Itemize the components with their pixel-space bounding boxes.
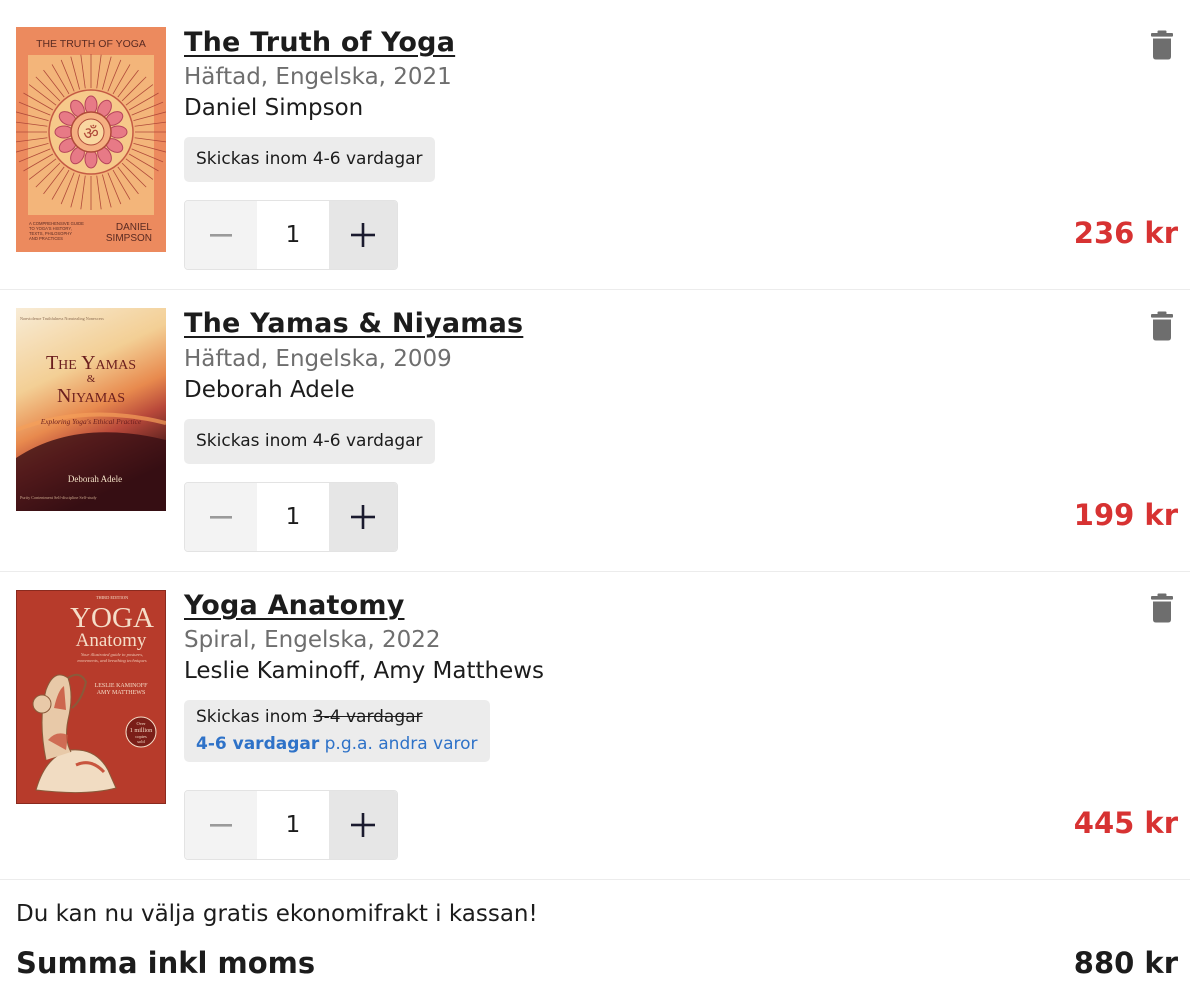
plus-icon — [351, 505, 375, 529]
item-price: 236 kr — [1073, 216, 1178, 250]
plus-icon — [351, 223, 375, 247]
decrease-quantity-button[interactable] — [185, 483, 257, 551]
book-cover-art: THIRD EDITION YOGA Anatomy Your illustra… — [16, 590, 166, 804]
shipping-badge: Skickas inom 3-4 vardagar 4-6 vardagar p… — [184, 700, 490, 762]
book-title-link[interactable]: Yoga Anatomy — [184, 590, 405, 621]
cart-item: ॐ THE TRUTH OF YOGA A COMPREHENSIVE GUID… — [0, 0, 1190, 289]
shipping-badge: Skickas inom 4-6 vardagar — [184, 137, 435, 182]
cart-item: Nonviolence Truthfulness Nonstealing Non… — [0, 290, 1190, 571]
minus-icon — [210, 234, 232, 237]
cover-bottom-words: Purity Contentment Self-discipline Self-… — [20, 495, 98, 500]
cover-title-line: Niyamas — [57, 385, 125, 407]
free-shipping-notice: Du kan nu välja gratis ekonomifrakt i ka… — [16, 901, 538, 927]
total-label: Summa inkl moms — [16, 946, 316, 980]
decrease-quantity-button[interactable] — [185, 791, 257, 859]
cover-author-line: DANIEL — [116, 222, 153, 233]
quantity-value[interactable]: 1 — [257, 201, 329, 269]
cover-top-words: Nonviolence Truthfulness Nonstealing Non… — [20, 316, 104, 321]
cover-badge-line: 1 million — [130, 727, 153, 734]
book-author: Leslie Kaminoff, Amy Matthews — [184, 658, 545, 684]
book-cover-art: Nonviolence Truthfulness Nonstealing Non… — [16, 308, 166, 511]
total-value: 880 kr — [1073, 946, 1178, 980]
increase-quantity-button[interactable] — [329, 201, 397, 269]
book-format-info: Häftad, Engelska, 2021 — [184, 64, 452, 90]
cover-title: THE TRUTH OF YOGA — [36, 38, 146, 50]
om-symbol: ॐ — [83, 124, 99, 144]
quantity-value[interactable]: 1 — [257, 791, 329, 859]
trash-icon — [1151, 311, 1173, 341]
quantity-stepper: 1 — [184, 200, 398, 270]
remove-item-button[interactable] — [1150, 310, 1174, 342]
minus-icon — [210, 824, 232, 827]
quantity-value[interactable]: 1 — [257, 483, 329, 551]
shipping-badge: Skickas inom 4-6 vardagar — [184, 419, 435, 464]
quantity-stepper: 1 — [184, 482, 398, 552]
item-price: 445 kr — [1073, 806, 1178, 840]
cover-subtitle-line: AND PRACTICES — [29, 236, 63, 241]
book-cover-truth-of-yoga[interactable]: ॐ THE TRUTH OF YOGA A COMPREHENSIVE GUID… — [16, 27, 166, 252]
shipping-new-estimate: 4-6 vardagar — [196, 734, 320, 754]
shipping-prefix: Skickas inom — [196, 707, 308, 727]
item-divider — [0, 879, 1190, 880]
cover-title-line: Anatomy — [76, 630, 147, 651]
trash-icon — [1151, 593, 1173, 623]
cover-edition: THIRD EDITION — [96, 595, 129, 600]
book-cover-yoga-anatomy[interactable]: THIRD EDITION YOGA Anatomy Your illustra… — [16, 590, 166, 804]
cover-badge-line: sold — [137, 739, 145, 744]
minus-icon — [210, 516, 232, 519]
decrease-quantity-button[interactable] — [185, 201, 257, 269]
cover-title-amp: & — [87, 373, 96, 385]
cover-author-line: LESLIE KAMINOFF — [95, 683, 148, 689]
cover-author-line: SIMPSON — [106, 233, 152, 244]
increase-quantity-button[interactable] — [329, 791, 397, 859]
shipping-delay-reason: p.g.a. andra varor — [324, 734, 478, 754]
quantity-stepper: 1 — [184, 790, 398, 860]
cart-item: THIRD EDITION YOGA Anatomy Your illustra… — [0, 572, 1190, 879]
remove-item-button[interactable] — [1150, 29, 1174, 61]
shipping-original-line: Skickas inom 3-4 vardagar — [196, 704, 478, 731]
book-cover-art: ॐ THE TRUTH OF YOGA A COMPREHENSIVE GUID… — [16, 27, 166, 252]
shipping-updated-line: 4-6 vardagar p.g.a. andra varor — [196, 731, 478, 758]
plus-icon — [351, 813, 375, 837]
increase-quantity-button[interactable] — [329, 483, 397, 551]
cover-badge-line: Over — [137, 721, 146, 726]
book-format-info: Spiral, Engelska, 2022 — [184, 627, 441, 653]
cover-subtitle: Exploring Yoga's Ethical Practice — [40, 417, 142, 426]
book-author: Deborah Adele — [184, 377, 355, 403]
cover-title-line: The Yamas — [46, 352, 136, 374]
cover-author: Deborah Adele — [68, 474, 122, 484]
book-title-link[interactable]: The Truth of Yoga — [184, 27, 455, 58]
book-author: Daniel Simpson — [184, 95, 364, 121]
item-price: 199 kr — [1073, 498, 1178, 532]
book-cover-yamas-niyamas[interactable]: Nonviolence Truthfulness Nonstealing Non… — [16, 308, 166, 511]
shipping-old-estimate: 3-4 vardagar — [312, 707, 423, 727]
remove-item-button[interactable] — [1150, 592, 1174, 624]
book-format-info: Häftad, Engelska, 2009 — [184, 346, 452, 372]
cover-author-line: AMY MATTHEWS — [97, 690, 146, 696]
trash-icon — [1151, 30, 1173, 60]
book-title-link[interactable]: The Yamas & Niyamas — [184, 308, 523, 339]
